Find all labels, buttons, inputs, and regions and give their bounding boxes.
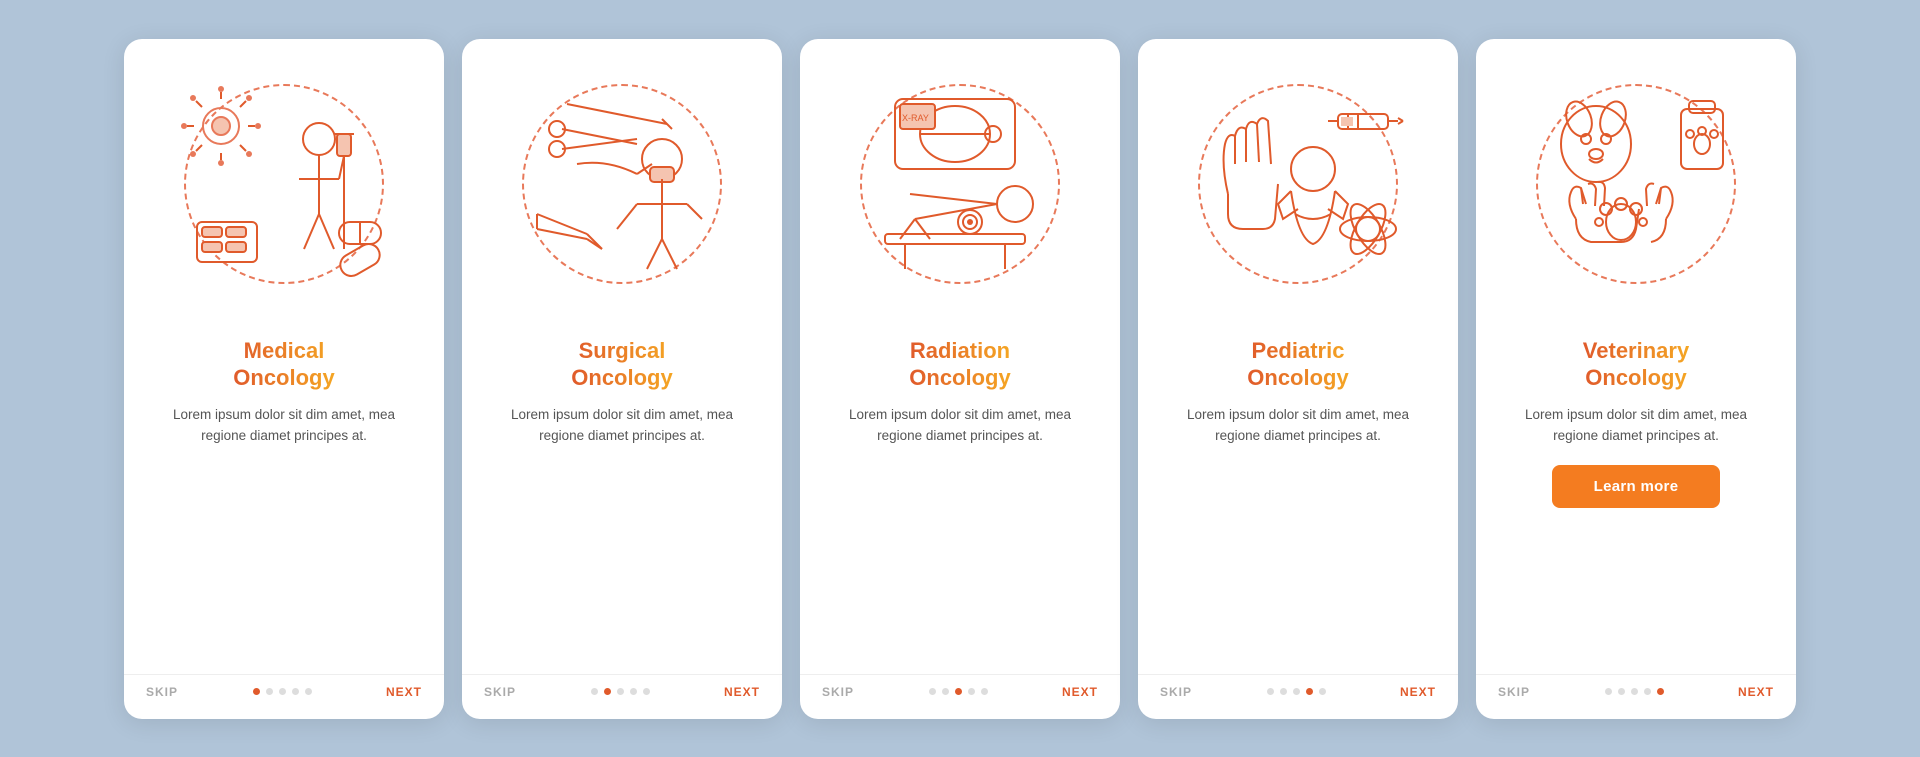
next-button[interactable]: NEXT xyxy=(386,685,422,699)
illustration-surgical-oncology xyxy=(462,39,782,329)
dot-3 xyxy=(955,688,962,695)
progress-dots xyxy=(253,688,312,695)
progress-dots xyxy=(1267,688,1326,695)
card-footer: SKIP NEXT xyxy=(124,674,444,699)
card-pediatric-oncology: Pediatric Oncology Lorem ipsum dolor sit… xyxy=(1138,39,1458,719)
illustration-radiation-oncology: X-RAY xyxy=(800,39,1120,329)
dot-2 xyxy=(604,688,611,695)
dot-1 xyxy=(1605,688,1612,695)
card-veterinary-oncology: Veterinary Oncology Lorem ipsum dolor si… xyxy=(1476,39,1796,719)
dot-1 xyxy=(929,688,936,695)
dot-5 xyxy=(643,688,650,695)
learn-more-button[interactable]: Learn more xyxy=(1552,465,1721,508)
card-title: Medical Oncology xyxy=(233,337,334,392)
next-button[interactable]: NEXT xyxy=(1062,685,1098,699)
card-body: Lorem ipsum dolor sit dim amet, mea regi… xyxy=(490,404,754,447)
dot-5 xyxy=(981,688,988,695)
progress-dots xyxy=(1605,688,1664,695)
dot-3 xyxy=(279,688,286,695)
dot-4 xyxy=(630,688,637,695)
next-button[interactable]: NEXT xyxy=(724,685,760,699)
card-title: Surgical Oncology xyxy=(571,337,672,392)
card-body: Lorem ipsum dolor sit dim amet, mea regi… xyxy=(1166,404,1430,447)
dot-2 xyxy=(266,688,273,695)
dot-3 xyxy=(1293,688,1300,695)
illustration-pediatric-oncology xyxy=(1138,39,1458,329)
card-body: Lorem ipsum dolor sit dim amet, mea regi… xyxy=(152,404,416,447)
dot-4 xyxy=(1644,688,1651,695)
card-medical-oncology: Medical Oncology Lorem ipsum dolor sit d… xyxy=(124,39,444,719)
veterinary-oncology-icon xyxy=(1521,74,1751,294)
dot-2 xyxy=(942,688,949,695)
dot-5 xyxy=(1319,688,1326,695)
card-footer: SKIP NEXT xyxy=(462,674,782,699)
surgical-oncology-icon xyxy=(507,74,737,294)
progress-dots xyxy=(929,688,988,695)
dot-3 xyxy=(1631,688,1638,695)
card-footer: SKIP NEXT xyxy=(1476,674,1796,699)
progress-dots xyxy=(591,688,650,695)
skip-button[interactable]: SKIP xyxy=(146,685,178,699)
next-button[interactable]: NEXT xyxy=(1738,685,1774,699)
next-button[interactable]: NEXT xyxy=(1400,685,1436,699)
illustration-medical-oncology xyxy=(124,39,444,329)
dot-3 xyxy=(617,688,624,695)
dot-2 xyxy=(1280,688,1287,695)
card-title: Veterinary Oncology xyxy=(1583,337,1689,392)
dot-1 xyxy=(1267,688,1274,695)
card-radiation-oncology: X-RAY xyxy=(800,39,1120,719)
skip-button[interactable]: SKIP xyxy=(484,685,516,699)
learn-more-container: Learn more xyxy=(1476,465,1796,526)
card-title: Radiation Oncology xyxy=(909,337,1010,392)
dot-2 xyxy=(1618,688,1625,695)
dot-5 xyxy=(305,688,312,695)
card-footer: SKIP NEXT xyxy=(800,674,1120,699)
medical-oncology-icon xyxy=(169,74,399,294)
card-footer: SKIP NEXT xyxy=(1138,674,1458,699)
card-surgical-oncology: Surgical Oncology Lorem ipsum dolor sit … xyxy=(462,39,782,719)
skip-button[interactable]: SKIP xyxy=(1160,685,1192,699)
dot-4 xyxy=(1306,688,1313,695)
dot-4 xyxy=(968,688,975,695)
dot-4 xyxy=(292,688,299,695)
dot-1 xyxy=(591,688,598,695)
card-body: Lorem ipsum dolor sit dim amet, mea regi… xyxy=(828,404,1092,447)
dot-5 xyxy=(1657,688,1664,695)
skip-button[interactable]: SKIP xyxy=(822,685,854,699)
illustration-veterinary-oncology xyxy=(1476,39,1796,329)
dot-1 xyxy=(253,688,260,695)
svg-text:X-RAY: X-RAY xyxy=(902,113,929,123)
skip-button[interactable]: SKIP xyxy=(1498,685,1530,699)
card-title: Pediatric Oncology xyxy=(1247,337,1348,392)
pediatric-oncology-icon xyxy=(1183,74,1413,294)
card-body: Lorem ipsum dolor sit dim amet, mea regi… xyxy=(1504,404,1768,447)
radiation-oncology-icon: X-RAY xyxy=(845,74,1075,294)
cards-container: Medical Oncology Lorem ipsum dolor sit d… xyxy=(84,9,1836,749)
